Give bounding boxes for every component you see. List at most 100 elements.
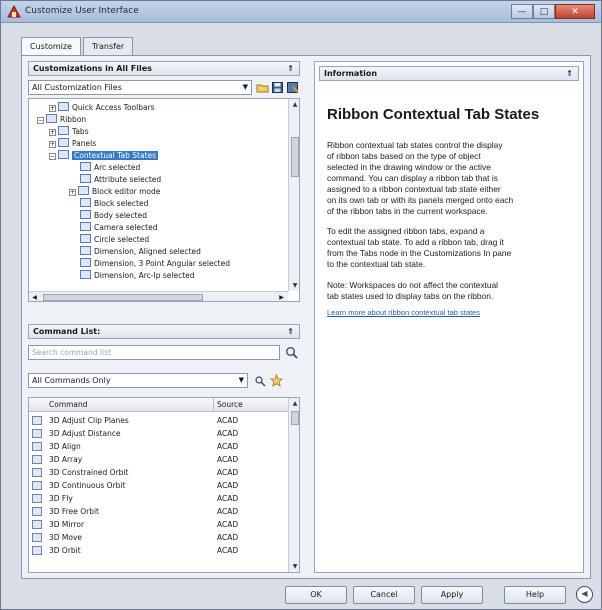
scroll-up-icon[interactable]: ▲ [289,398,299,409]
new-command-icon[interactable] [254,374,267,387]
command-search-input[interactable]: Search command list [28,345,280,360]
tree-node[interactable]: − Contextual Tab States [49,150,159,161]
tree-node[interactable]: Attribute selected [69,174,161,185]
information-header[interactable]: Information ⇑ [319,66,579,81]
command-row[interactable]: 3D Fly ACAD [29,493,288,504]
scroll-thumb[interactable] [291,137,299,177]
scroll-left-icon[interactable]: ◀ [29,292,40,301]
command-icon [32,494,42,503]
command-row[interactable]: 3D Mirror ACAD [29,519,288,530]
save-icon[interactable] [271,81,284,94]
app-icon [7,5,21,18]
information-panel: Information ⇑ Ribbon Contextual Tab Stat… [314,61,584,573]
scroll-thumb[interactable] [291,411,299,425]
learn-more-link[interactable]: Learn more about ribbon contextual tab s… [327,308,480,317]
tree-node[interactable]: + Quick Access Toolbars [49,102,155,113]
tree-vertical-scrollbar[interactable]: ▲ ▼ [288,99,299,291]
information-header-label: Information [324,69,378,78]
command-row[interactable]: 3D Array ACAD [29,454,288,465]
open-folder-icon[interactable] [256,81,269,94]
tab-transfer[interactable]: Transfer [83,37,134,55]
tab-customize[interactable]: Customize [21,37,81,56]
tree-node-label: Dimension, 3 Point Angular selected [94,259,230,268]
tree-node[interactable]: + Tabs [49,126,89,137]
info-line: To edit the assigned ribbon tabs, expand… [327,226,485,236]
command-list-header-label: Command List: [33,327,101,336]
help-button[interactable]: Help [504,586,566,604]
customization-files-select[interactable]: All Customization Files ▼ [28,80,252,95]
command-list-header[interactable]: Command List: ⇑ [28,324,300,339]
tree-node-label: Dimension, Aligned selected [94,247,201,256]
command-source: ACAD [217,416,239,425]
tree-node[interactable]: Dimension, Arc-Ip selected [69,270,195,281]
tree-node[interactable]: Block selected [69,198,148,209]
tree-horizontal-scrollbar[interactable]: ◀ ▶ [29,291,288,301]
command-name: 3D Continuous Orbit [49,481,126,490]
scroll-down-icon[interactable]: ▼ [289,561,299,572]
expand-icon[interactable]: + [49,129,56,136]
ok-button[interactable]: OK [285,586,347,604]
tree-node[interactable]: Dimension, Aligned selected [69,246,201,257]
close-button[interactable]: ✕ [555,4,595,19]
tree-node-icon [58,126,69,135]
command-row[interactable]: 3D Constrained Orbit ACAD [29,467,288,478]
scroll-right-icon[interactable]: ▶ [276,292,287,301]
command-name: 3D Adjust Distance [49,429,121,438]
tree-node[interactable]: Circle selected [69,234,149,245]
customizations-tree[interactable]: + Quick Access Toolbars − Ribbon + Tabs + Panel… [28,98,300,302]
tree-node-label: Panels [72,139,97,148]
command-vertical-scrollbar[interactable]: ▲ ▼ [288,398,299,572]
star-icon[interactable] [269,373,284,387]
command-filter-select[interactable]: All Commands Only ▼ [28,373,248,388]
scroll-down-icon[interactable]: ▼ [289,280,299,291]
apply-button[interactable]: Apply [421,586,483,604]
tree-node-icon [58,138,69,147]
command-row[interactable]: 3D Orbit ACAD [29,545,288,556]
tree-node-label: Camera selected [94,223,158,232]
column-source[interactable]: Source [213,398,243,411]
tree-node[interactable]: − Ribbon [37,114,86,125]
toggle-info-icon[interactable]: ◀ [576,586,593,603]
expand-icon[interactable]: + [49,105,56,112]
cancel-button[interactable]: Cancel [353,586,415,604]
expand-icon[interactable]: + [49,141,56,148]
minimize-button[interactable]: — [511,4,533,19]
maximize-button[interactable]: □ [533,4,555,19]
command-row[interactable]: 3D Continuous Orbit ACAD [29,480,288,491]
tree-node-icon [78,186,89,195]
info-line: to the contextual tab state. [327,259,426,269]
expand-icon[interactable]: + [69,189,76,196]
command-name: 3D Mirror [49,520,85,529]
command-row[interactable]: 3D Move ACAD [29,532,288,543]
main-panel: Customizations in All Files ⇑ All Custom… [21,55,591,579]
column-command[interactable]: Command [49,398,88,411]
tree-node[interactable]: Camera selected [69,222,157,233]
collapse-icon[interactable]: ⇑ [287,62,294,75]
save-as-icon[interactable] [286,81,299,94]
info-line: Ribbon contextual tab states control the… [327,140,503,150]
collapse-node-icon[interactable]: − [37,117,44,124]
tree-node[interactable]: + Panels [49,138,96,149]
tree-node[interactable]: Body selected [69,210,147,221]
search-icon[interactable] [285,346,298,359]
collapse-icon[interactable]: ⇑ [566,67,573,80]
command-icon [32,442,42,451]
information-paragraph-2: To edit the assigned ribbon tabs, expand… [327,226,579,270]
customizations-panel-header[interactable]: Customizations in All Files ⇑ [28,61,300,76]
tree-node[interactable]: + Block editor mode [69,186,160,197]
tree-node-label: Quick Access Toolbars [72,103,155,112]
scroll-up-icon[interactable]: ▲ [289,99,299,110]
hscroll-thumb[interactable] [43,294,203,301]
command-icon [32,429,42,438]
collapse-node-icon[interactable]: − [49,153,56,160]
info-line: of the ribbon tabs in the current worksp… [327,206,488,216]
command-row[interactable]: 3D Free Orbit ACAD [29,506,288,517]
command-row[interactable]: 3D Align ACAD [29,441,288,452]
command-row[interactable]: 3D Adjust Distance ACAD [29,428,288,439]
info-line: assigned to a ribbon contextual tab stat… [327,184,501,194]
command-row[interactable]: 3D Adjust Clip Planes ACAD [29,415,288,426]
tree-node[interactable]: Arc selected [69,162,140,173]
collapse-icon[interactable]: ⇑ [287,325,294,338]
info-line: on its own tab or with its panels merged… [327,195,514,205]
tree-node[interactable]: Dimension, 3 Point Angular selected [69,258,230,269]
